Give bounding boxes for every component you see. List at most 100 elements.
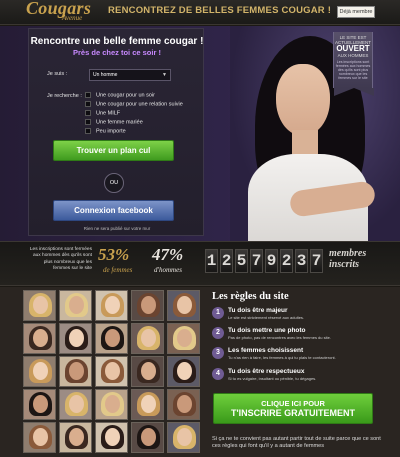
counter-digit: 7 xyxy=(250,249,263,273)
member-photo-thumbnail[interactable] xyxy=(167,422,200,453)
option-checkbox[interactable]: Peu importe xyxy=(85,128,126,136)
photo-face xyxy=(33,362,48,380)
member-photo-thumbnail[interactable] xyxy=(131,389,164,420)
photo-face xyxy=(105,362,120,380)
signup-cta-button[interactable]: CLIQUE ICI POUR T'INSCRIRE GRATUITEMENT xyxy=(213,393,373,424)
member-photo-thumbnail[interactable] xyxy=(23,290,56,321)
find-match-button[interactable]: Trouver un plan cul xyxy=(53,140,174,161)
form-subtitle: Près de chez toi ce soir ! xyxy=(73,48,161,57)
option-label: Une cougar pour une relation suivie xyxy=(96,101,183,108)
cta-line1: CLIQUE ICI POUR xyxy=(261,399,325,408)
photo-face xyxy=(177,395,192,413)
checkbox[interactable] xyxy=(85,110,91,116)
rule-number: 1 xyxy=(212,307,224,319)
member-photo-thumbnail[interactable] xyxy=(131,290,164,321)
member-photo-thumbnail[interactable] xyxy=(23,356,56,387)
header-tagline: RENCONTREZ DE BELLES FEMMES COUGAR ! xyxy=(108,5,332,16)
photo-face xyxy=(141,296,156,314)
photo-face xyxy=(177,428,192,446)
site-logo[interactable]: Cougars Avenue xyxy=(26,0,91,22)
rule-title: Tu dois être respectueux xyxy=(228,368,305,375)
ribbon-small: Les inscriptions sont fermées aux hommes… xyxy=(335,60,371,80)
member-photo-thumbnail[interactable] xyxy=(59,356,92,387)
rule-title: Tu dois être majeur xyxy=(228,307,288,314)
men-percent: 47% xyxy=(152,245,184,264)
photo-face xyxy=(69,329,84,347)
option-label: Peu importe xyxy=(96,128,126,135)
member-photo-thumbnail[interactable] xyxy=(95,389,128,420)
member-photo-thumbnail[interactable] xyxy=(131,422,164,453)
photo-face xyxy=(105,329,120,347)
option-checkbox[interactable]: Une femme mariée xyxy=(85,119,143,127)
photo-face xyxy=(141,395,156,413)
facebook-legal-note: Rien ne sera publié sur votre mur xyxy=(83,226,151,231)
member-photo-thumbnail[interactable] xyxy=(95,422,128,453)
option-checkbox[interactable]: Une MILF xyxy=(85,110,120,118)
option-checkbox[interactable]: Une cougar pour une relation suivie xyxy=(85,101,183,109)
gender-select[interactable]: Un homme ▼ xyxy=(89,69,171,81)
chevron-down-icon: ▼ xyxy=(162,72,167,78)
member-photo-thumbnail[interactable] xyxy=(23,422,56,453)
ribbon-big: OUVERT xyxy=(336,44,370,53)
men-label: d'hommes xyxy=(154,266,182,274)
landing-page: Cougars Avenue RENCONTREZ DE BELLES FEMM… xyxy=(0,0,400,457)
member-photo-thumbnail[interactable] xyxy=(59,290,92,321)
photo-face xyxy=(69,395,84,413)
member-photo-thumbnail[interactable] xyxy=(23,389,56,420)
counter-digit: 2 xyxy=(280,249,293,273)
option-checkbox[interactable]: Une cougar pour un soir xyxy=(85,92,155,100)
rule-description: Le site est strictement réservé aux adul… xyxy=(228,315,305,320)
photo-face xyxy=(105,428,120,446)
cta-line2: T'INSCRIRE GRATUITEMENT xyxy=(231,408,355,418)
option-label: Une cougar pour un soir xyxy=(96,92,156,99)
rules-footer-text: Si ça ne te convient pas autant partir t… xyxy=(212,436,381,449)
women-percent: 53% xyxy=(98,245,130,264)
gender-select-value: Un homme xyxy=(93,72,118,78)
member-photo-thumbnail[interactable] xyxy=(131,356,164,387)
hero-section: Rencontre une belle femme cougar ! Près … xyxy=(0,26,400,241)
members-label-line2: inscrits xyxy=(329,259,360,270)
rule-number: 2 xyxy=(212,327,224,339)
logo-subtext: Avenue xyxy=(62,14,83,22)
member-photo-thumbnail[interactable] xyxy=(95,290,128,321)
women-label: de femmes xyxy=(103,266,133,274)
member-photo-thumbnail[interactable] xyxy=(59,389,92,420)
site-open-ribbon: LE SITE EST ACTUELLEMENT OUVERT AUX HOMM… xyxy=(333,32,374,96)
members-label: membres inscrits xyxy=(329,248,366,270)
counter-digit: 9 xyxy=(265,249,278,273)
checkbox[interactable] xyxy=(85,101,91,107)
member-photo-thumbnail[interactable] xyxy=(167,323,200,354)
photo-face xyxy=(33,428,48,446)
or-divider: OU xyxy=(104,173,124,193)
member-photo-thumbnail[interactable] xyxy=(23,323,56,354)
member-photo-thumbnail[interactable] xyxy=(131,323,164,354)
member-photo-thumbnail[interactable] xyxy=(167,290,200,321)
photo-face xyxy=(141,428,156,446)
photo-face xyxy=(177,296,192,314)
member-photo-thumbnail[interactable] xyxy=(167,389,200,420)
counter-digit: 5 xyxy=(235,249,248,273)
photo-face xyxy=(69,296,84,314)
form-title: Rencontre une belle femme cougar ! xyxy=(30,36,204,47)
photo-face xyxy=(69,428,84,446)
member-photo-thumbnail[interactable] xyxy=(95,323,128,354)
member-photo-thumbnail[interactable] xyxy=(95,356,128,387)
rule-number: 3 xyxy=(212,347,224,359)
member-login-button[interactable]: Déjà membre xyxy=(337,6,375,18)
counter-digit: 1 xyxy=(205,249,218,273)
checkbox[interactable] xyxy=(85,119,91,125)
facebook-login-button[interactable]: Connexion facebook xyxy=(53,200,174,221)
rule-number: 4 xyxy=(212,368,224,380)
checkbox[interactable] xyxy=(85,128,91,134)
i-am-label: Je suis : xyxy=(47,71,68,77)
signup-form: Rencontre une belle femme cougar ! Près … xyxy=(28,28,204,236)
photo-face xyxy=(33,296,48,314)
photo-face xyxy=(33,329,48,347)
member-photo-thumbnail[interactable] xyxy=(59,323,92,354)
member-photo-thumbnail[interactable] xyxy=(59,422,92,453)
lower-section: Les règles du site 1 Tu dois être majeur… xyxy=(0,287,400,457)
checkbox[interactable] xyxy=(85,92,91,98)
stats-band: Les inscriptions sont fermées aux hommes… xyxy=(0,241,400,286)
member-photo-thumbnail[interactable] xyxy=(167,356,200,387)
member-photo-grid xyxy=(23,290,204,457)
